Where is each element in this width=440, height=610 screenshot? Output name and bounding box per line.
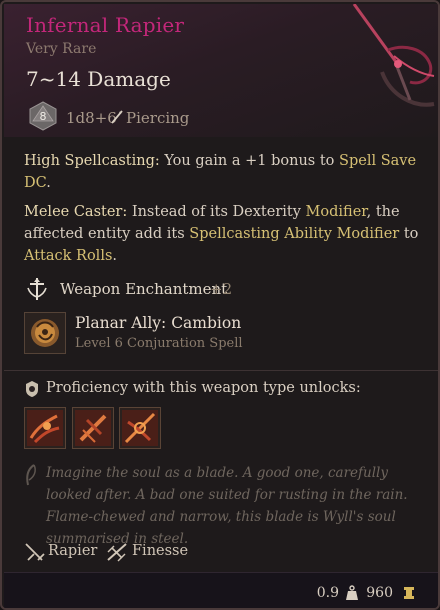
- weapon-enchantment-label[interactable]: Weapon Enchantment: [60, 280, 227, 298]
- weapon-action-icon: [122, 410, 158, 446]
- keyword-spellcasting-ability-modifier[interactable]: Spellcasting Ability Modifier: [189, 226, 399, 242]
- rapier-icon: [25, 543, 45, 561]
- proficiency-icon: [26, 381, 38, 397]
- weapon-enchantment-icon: [27, 278, 47, 300]
- weight-icon: [346, 585, 358, 600]
- keyword-modifier[interactable]: Modifier: [306, 204, 367, 220]
- section-divider: [4, 370, 438, 371]
- rapier-art-icon: [352, 4, 435, 107]
- property-finesse[interactable]: Finesse: [132, 543, 188, 559]
- item-price: 960: [366, 585, 393, 601]
- passive-text: .: [112, 248, 118, 264]
- item-name: Infernal Rapier: [26, 13, 185, 37]
- lore-feather-icon: [26, 464, 36, 486]
- keyword-attack-rolls[interactable]: Attack Rolls: [24, 248, 112, 264]
- spell-name[interactable]: Planar Ally: Cambion: [75, 314, 241, 332]
- gold-coin-icon: [404, 587, 414, 599]
- passive-title: High Spellcasting:: [24, 153, 160, 169]
- damage-range: 7~14 Damage: [26, 67, 171, 91]
- passive-high-spellcasting[interactable]: High Spellcasting: You gain a +1 bonus t…: [24, 150, 424, 194]
- weapon-enchantment-bonus: +2: [210, 280, 233, 298]
- damage-type: Piercing: [126, 109, 190, 127]
- tooltip-footer: 0.9 960: [4, 572, 438, 608]
- finesse-icon: [107, 543, 127, 562]
- property-rapier[interactable]: Rapier: [48, 543, 97, 559]
- lore-text: Imagine the soul as a blade. A good one,…: [46, 465, 408, 547]
- item-rarity: Very Rare: [26, 41, 97, 57]
- tooltip-header: Infernal Rapier Very Rare 7~14 Damage 8 …: [4, 4, 438, 137]
- spell-level: Level 6 Conjuration Spell: [75, 336, 243, 351]
- piercing-icon: [111, 110, 123, 124]
- passive-text: .: [46, 175, 51, 191]
- item-tooltip: Infernal Rapier Very Rare 7~14 Damage 8 …: [0, 0, 440, 610]
- dice-face-label: 8: [40, 110, 47, 123]
- weapon-action-2[interactable]: [72, 407, 114, 449]
- weapon-action-icon: [75, 410, 111, 446]
- passive-text: You gain a +1 bonus to: [164, 153, 340, 169]
- cambion-icon: [31, 319, 59, 347]
- spell-icon-frame[interactable]: [24, 312, 66, 354]
- weapon-action-1[interactable]: [24, 407, 66, 449]
- d8-dice-icon: 8: [29, 101, 57, 131]
- passive-text: Instead of its Dexterity: [131, 204, 306, 220]
- passive-melee-caster[interactable]: Melee Caster: Instead of its Dexterity M…: [24, 201, 424, 267]
- weapon-action-3[interactable]: [119, 407, 161, 449]
- proficiency-label: Proficiency with this weapon type unlock…: [46, 380, 361, 396]
- passive-text: to: [399, 226, 419, 242]
- item-weight: 0.9: [316, 585, 339, 601]
- weapon-action-icon: [27, 410, 63, 446]
- passive-title: Melee Caster:: [24, 204, 128, 220]
